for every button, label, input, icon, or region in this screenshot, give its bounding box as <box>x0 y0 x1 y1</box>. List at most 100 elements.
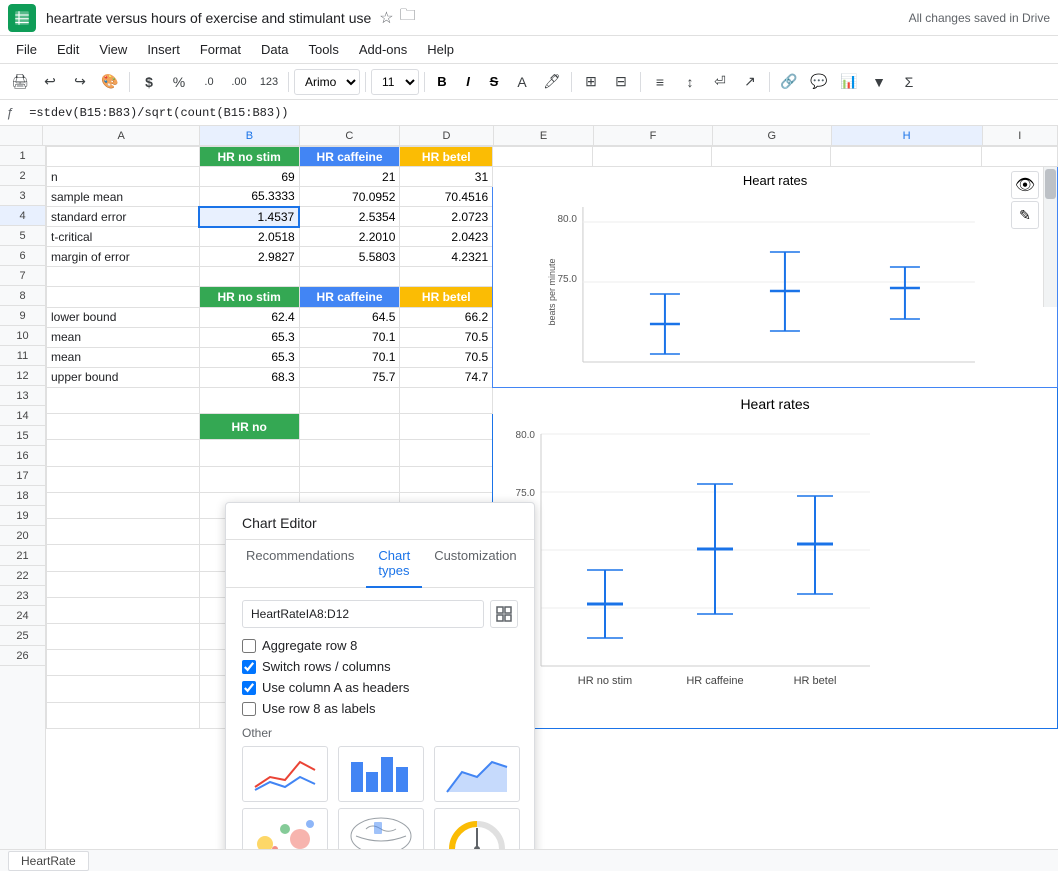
cell-b15[interactable] <box>199 440 299 466</box>
cell-b16[interactable] <box>199 466 299 492</box>
cell-c3[interactable]: 70.0952 <box>299 187 400 207</box>
cell-a17[interactable] <box>47 492 200 518</box>
checkbox-col-a-input[interactable] <box>242 681 256 695</box>
font-size-selector[interactable]: 11 <box>371 69 419 95</box>
cell-a25[interactable] <box>47 702 200 728</box>
cell-c5[interactable]: 2.2010 <box>299 227 400 247</box>
sheet-tab-heartrate[interactable]: HeartRate <box>8 851 89 871</box>
cell-b8[interactable]: HR no stim <box>199 287 299 307</box>
cell-f1[interactable] <box>593 147 712 167</box>
cell-a11[interactable]: mean <box>47 347 200 367</box>
highlight-btn[interactable]: 🖊 <box>538 68 566 96</box>
cell-c8[interactable]: HR caffeine <box>299 287 400 307</box>
tab-chart-types[interactable]: Chart types <box>366 540 422 588</box>
undo-btn[interactable]: ↩ <box>36 68 64 96</box>
chart-type-area[interactable] <box>434 746 520 802</box>
tab-recommendations[interactable]: Recommendations <box>234 540 366 588</box>
cell-b12[interactable]: 68.3 <box>199 367 299 387</box>
cell-d16[interactable] <box>400 466 493 492</box>
wrap-btn[interactable]: ⏎ <box>706 68 734 96</box>
cell-a23[interactable] <box>47 650 200 676</box>
font-selector[interactable]: Arimo <box>294 69 360 95</box>
cell-b5[interactable]: 2.0518 <box>199 227 299 247</box>
chart-type-geo[interactable] <box>338 808 424 849</box>
cell-d5[interactable]: 2.0423 <box>400 227 493 247</box>
chart-type-bar[interactable] <box>338 746 424 802</box>
cell-a24[interactable] <box>47 676 200 702</box>
checkbox-switch-input[interactable] <box>242 660 256 674</box>
cell-a2[interactable]: n <box>47 167 200 187</box>
cell-d8[interactable]: HR betel <box>400 287 493 307</box>
cell-a6[interactable]: margin of error <box>47 247 200 267</box>
link-btn[interactable]: 🔗 <box>775 68 803 96</box>
menu-view[interactable]: View <box>91 40 135 59</box>
cell-b1[interactable]: HR no stim <box>199 147 299 167</box>
cell-c13[interactable] <box>299 388 400 414</box>
cell-c2[interactable]: 21 <box>299 167 400 187</box>
cell-a19[interactable] <box>47 545 200 571</box>
cell-c16[interactable] <box>299 466 400 492</box>
bold-btn[interactable]: B <box>430 70 454 94</box>
grid-icon-btn[interactable] <box>490 600 518 628</box>
align-btn[interactable]: ≡ <box>646 68 674 96</box>
star-icon[interactable]: ☆ <box>379 8 393 28</box>
cell-a21[interactable] <box>47 597 200 623</box>
cell-d14[interactable] <box>400 414 493 440</box>
redo-btn[interactable]: ↪ <box>66 68 94 96</box>
valign-btn[interactable]: ↕ <box>676 68 704 96</box>
menu-tools[interactable]: Tools <box>300 40 346 59</box>
cell-d3[interactable]: 70.4516 <box>400 187 493 207</box>
percent-btn[interactable]: % <box>165 68 193 96</box>
cell-c1[interactable]: HR caffeine <box>299 147 400 167</box>
borders-btn[interactable]: ⊞ <box>577 68 605 96</box>
cell-d4[interactable]: 2.0723 <box>400 207 493 227</box>
cell-a3[interactable]: sample mean <box>47 187 200 207</box>
chart1-view-btn[interactable]: 👁 <box>1011 171 1039 199</box>
menu-insert[interactable]: Insert <box>139 40 188 59</box>
checkbox-row8-input[interactable] <box>242 702 256 716</box>
cell-a13[interactable] <box>47 388 200 414</box>
cell-a9[interactable]: lower bound <box>47 307 200 327</box>
decimal-decrease-btn[interactable]: .0 <box>195 68 223 96</box>
cell-b7[interactable] <box>199 267 299 287</box>
cell-d15[interactable] <box>400 440 493 466</box>
cell-b14[interactable]: HR no <box>199 414 299 440</box>
chart1-scrollbar[interactable] <box>1043 167 1057 307</box>
chart1-scrollbar-thumb[interactable] <box>1045 169 1056 199</box>
cell-a7[interactable] <box>47 267 200 287</box>
text-color-btn[interactable]: A <box>508 68 536 96</box>
cell-a16[interactable] <box>47 466 200 492</box>
currency-btn[interactable]: $ <box>135 68 163 96</box>
cell-b11[interactable]: 65.3 <box>199 347 299 367</box>
folder-icon[interactable]: 🗀 <box>400 4 416 31</box>
cell-a4[interactable]: standard error <box>47 207 200 227</box>
cell-b4[interactable]: 1.4537 <box>199 207 299 227</box>
cell-a22[interactable] <box>47 623 200 649</box>
chart-type-line[interactable] <box>242 746 328 802</box>
cell-a8[interactable] <box>47 287 200 307</box>
cell-c6[interactable]: 5.5803 <box>299 247 400 267</box>
merge-btn[interactable]: ⊟ <box>607 68 635 96</box>
cell-c12[interactable]: 75.7 <box>299 367 400 387</box>
cell-b2[interactable]: 69 <box>199 167 299 187</box>
cell-b13[interactable] <box>199 388 299 414</box>
chart-btn[interactable]: 📊 <box>835 68 863 96</box>
cell-g1[interactable] <box>712 147 831 167</box>
cell-d9[interactable]: 66.2 <box>400 307 493 327</box>
cell-c4[interactable]: 2.5354 <box>299 207 400 227</box>
cell-d13[interactable] <box>400 388 493 414</box>
cell-d6[interactable]: 4.2321 <box>400 247 493 267</box>
cell-b9[interactable]: 62.4 <box>199 307 299 327</box>
menu-addons[interactable]: Add-ons <box>351 40 415 59</box>
cell-d1[interactable]: HR betel <box>400 147 493 167</box>
cell-a14[interactable] <box>47 414 200 440</box>
strikethrough-btn[interactable]: S <box>482 70 506 94</box>
menu-format[interactable]: Format <box>192 40 249 59</box>
cell-c15[interactable] <box>299 440 400 466</box>
cell-c9[interactable]: 64.5 <box>299 307 400 327</box>
cell-b6[interactable]: 2.9827 <box>199 247 299 267</box>
cell-d2[interactable]: 31 <box>400 167 493 187</box>
cell-b10[interactable]: 65.3 <box>199 327 299 347</box>
number-format-btn[interactable]: 123 <box>255 68 283 96</box>
cell-a15[interactable] <box>47 440 200 466</box>
